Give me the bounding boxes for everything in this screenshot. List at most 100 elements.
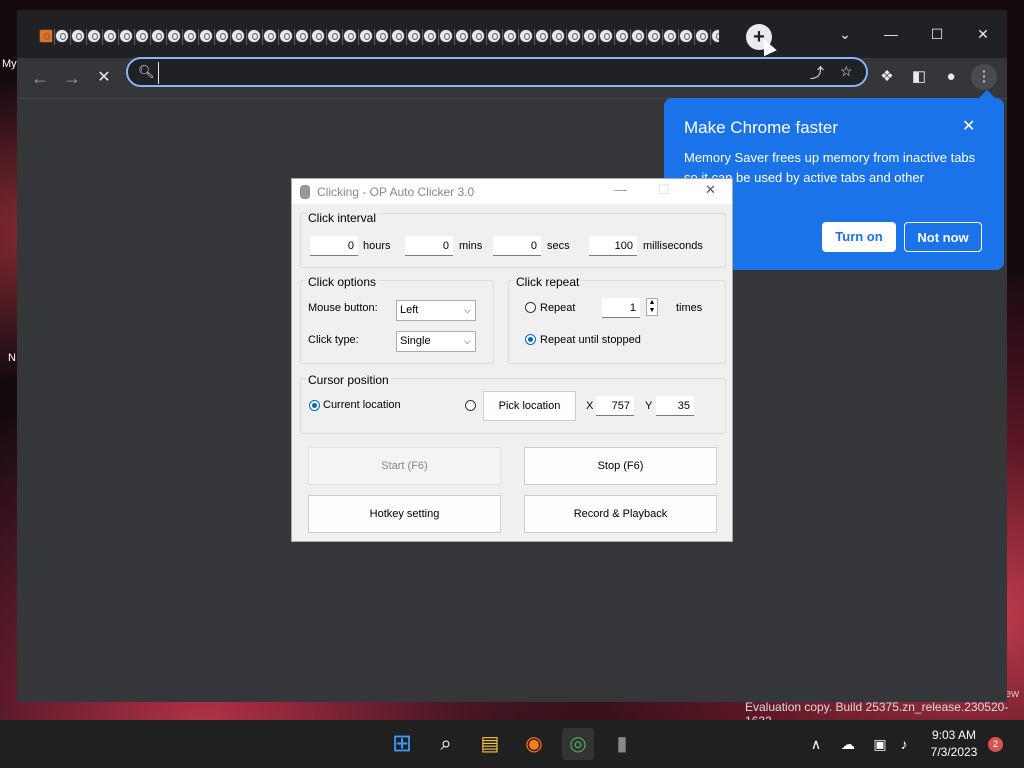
repeat-count-input[interactable]: 1 — [602, 298, 640, 318]
pick-location-button[interactable]: Pick location — [483, 391, 576, 421]
x-coordinate-input[interactable]: 757 — [596, 396, 634, 416]
side-panel-icon[interactable]: ◧ — [906, 64, 932, 90]
browser-tab[interactable] — [407, 29, 421, 43]
browser-tab[interactable] — [55, 29, 69, 43]
close-button[interactable]: ✕ — [705, 182, 716, 198]
browser-tab[interactable] — [119, 29, 133, 43]
auto-clicker-titlebar[interactable]: Clicking - OP Auto Clicker 3.0 — ☐ ✕ — [292, 179, 732, 204]
repeat-count-spinner[interactable]: ▲ ▼ — [646, 298, 658, 316]
browser-tab[interactable] — [231, 29, 245, 43]
desktop-icon-label-n[interactable]: N — [8, 352, 16, 364]
start-button[interactable]: Start (F6) — [308, 447, 501, 485]
minimize-button[interactable]: — — [614, 182, 627, 197]
tab-search-chevron-icon[interactable]: ⌄ — [831, 20, 859, 48]
stop-loading-button[interactable]: ✕ — [90, 64, 118, 92]
browser-tab[interactable] — [247, 29, 261, 43]
browser-tab[interactable] — [647, 29, 661, 43]
bookmark-star-icon[interactable]: ☆ — [840, 63, 853, 80]
record-playback-button[interactable]: Record & Playback — [524, 495, 717, 533]
hotkey-setting-button[interactable]: Hotkey setting — [308, 495, 501, 533]
search-icon[interactable]: ⌕ — [430, 728, 462, 760]
browser-tab[interactable] — [503, 29, 517, 43]
browser-tab[interactable] — [39, 29, 53, 43]
browser-tab[interactable] — [103, 29, 117, 43]
browser-tab[interactable] — [87, 29, 101, 43]
browser-tab[interactable] — [359, 29, 373, 43]
browser-tab[interactable] — [167, 29, 181, 43]
close-icon[interactable]: ✕ — [962, 116, 975, 136]
browser-tab[interactable] — [695, 29, 709, 43]
stop-button[interactable]: Stop (F6) — [524, 447, 717, 485]
browser-tab[interactable] — [311, 29, 325, 43]
file-explorer-icon[interactable]: ▤ — [474, 728, 506, 760]
auto-clicker-mouse-icon[interactable]: ▮ — [606, 728, 638, 760]
cloud-offline-icon[interactable]: ☁ — [832, 728, 864, 760]
click-type-select[interactable]: Single ⌵ — [396, 331, 476, 352]
mins-input[interactable]: 0 — [405, 236, 453, 256]
browser-tab[interactable] — [599, 29, 613, 43]
forward-button[interactable]: → — [58, 64, 86, 92]
minimize-button[interactable]: — — [877, 20, 905, 48]
firefox-icon[interactable]: ◉ — [518, 728, 550, 760]
repeat-radio[interactable] — [525, 302, 536, 313]
address-bar[interactable]: 🔍︎ ⤴ ☆ — [126, 57, 868, 87]
browser-tab[interactable] — [551, 29, 565, 43]
close-window-button[interactable]: ✕ — [969, 20, 997, 48]
profile-avatar-icon[interactable]: ● — [938, 64, 964, 90]
browser-tab[interactable] — [151, 29, 165, 43]
browser-tab[interactable] — [519, 29, 533, 43]
browser-tab[interactable] — [711, 29, 719, 43]
extensions-puzzle-icon[interactable]: ❖ — [874, 64, 900, 90]
browser-tab[interactable] — [583, 29, 597, 43]
browser-tab[interactable] — [215, 29, 229, 43]
browser-tab[interactable] — [295, 29, 309, 43]
browser-tab[interactable] — [423, 29, 437, 43]
browser-tab[interactable] — [263, 29, 277, 43]
address-input[interactable] — [158, 62, 763, 84]
browser-tab[interactable] — [183, 29, 197, 43]
browser-tab[interactable] — [279, 29, 293, 43]
browser-tab[interactable] — [391, 29, 405, 43]
turn-on-button[interactable]: Turn on — [822, 222, 896, 252]
browser-tab[interactable] — [343, 29, 357, 43]
window-title: Clicking - OP Auto Clicker 3.0 — [317, 185, 475, 199]
secs-input[interactable]: 0 — [493, 236, 541, 256]
browser-tab[interactable] — [439, 29, 453, 43]
chevron-up-icon[interactable]: ∧ — [800, 728, 832, 760]
browser-tab[interactable] — [71, 29, 85, 43]
back-button[interactable]: ← — [26, 64, 54, 92]
browser-tab[interactable] — [375, 29, 389, 43]
hours-input[interactable]: 0 — [310, 236, 358, 256]
maximize-button[interactable]: ☐ — [923, 20, 951, 48]
browser-tab[interactable] — [455, 29, 469, 43]
browser-tab[interactable] — [567, 29, 581, 43]
y-coordinate-input[interactable]: 35 — [656, 396, 694, 416]
chrome-icon[interactable]: ◎ — [562, 728, 594, 760]
volume-icon[interactable]: ♪ — [888, 728, 920, 760]
secs-label: secs — [547, 240, 570, 252]
clock-date[interactable]: 7/3/2023 — [922, 745, 986, 759]
browser-tab[interactable] — [631, 29, 645, 43]
milliseconds-input[interactable]: 100 — [589, 236, 637, 256]
browser-tab[interactable] — [135, 29, 149, 43]
not-now-button[interactable]: Not now — [904, 222, 982, 252]
current-location-radio[interactable] — [309, 400, 320, 411]
browser-tab[interactable] — [663, 29, 677, 43]
browser-tab[interactable] — [327, 29, 341, 43]
pick-location-radio[interactable] — [465, 400, 476, 411]
browser-tab[interactable] — [679, 29, 693, 43]
click-type-value: Single — [400, 335, 431, 347]
repeat-until-stopped-radio[interactable] — [525, 334, 536, 345]
desktop-icon-label-my[interactable]: My — [2, 58, 17, 70]
browser-tab[interactable] — [487, 29, 501, 43]
windows-start-icon[interactable]: ⊞ — [386, 728, 418, 760]
mouse-button-select[interactable]: Left ⌵ — [396, 300, 476, 321]
notification-badge[interactable]: 2 — [988, 737, 1003, 752]
browser-tab[interactable] — [199, 29, 213, 43]
chrome-menu-icon[interactable]: ⋮ — [971, 64, 997, 90]
share-icon[interactable]: ⤴ — [810, 63, 824, 83]
browser-tab[interactable] — [535, 29, 549, 43]
browser-tab[interactable] — [615, 29, 629, 43]
clock-time[interactable]: 9:03 AM — [922, 728, 986, 742]
browser-tab[interactable] — [471, 29, 485, 43]
